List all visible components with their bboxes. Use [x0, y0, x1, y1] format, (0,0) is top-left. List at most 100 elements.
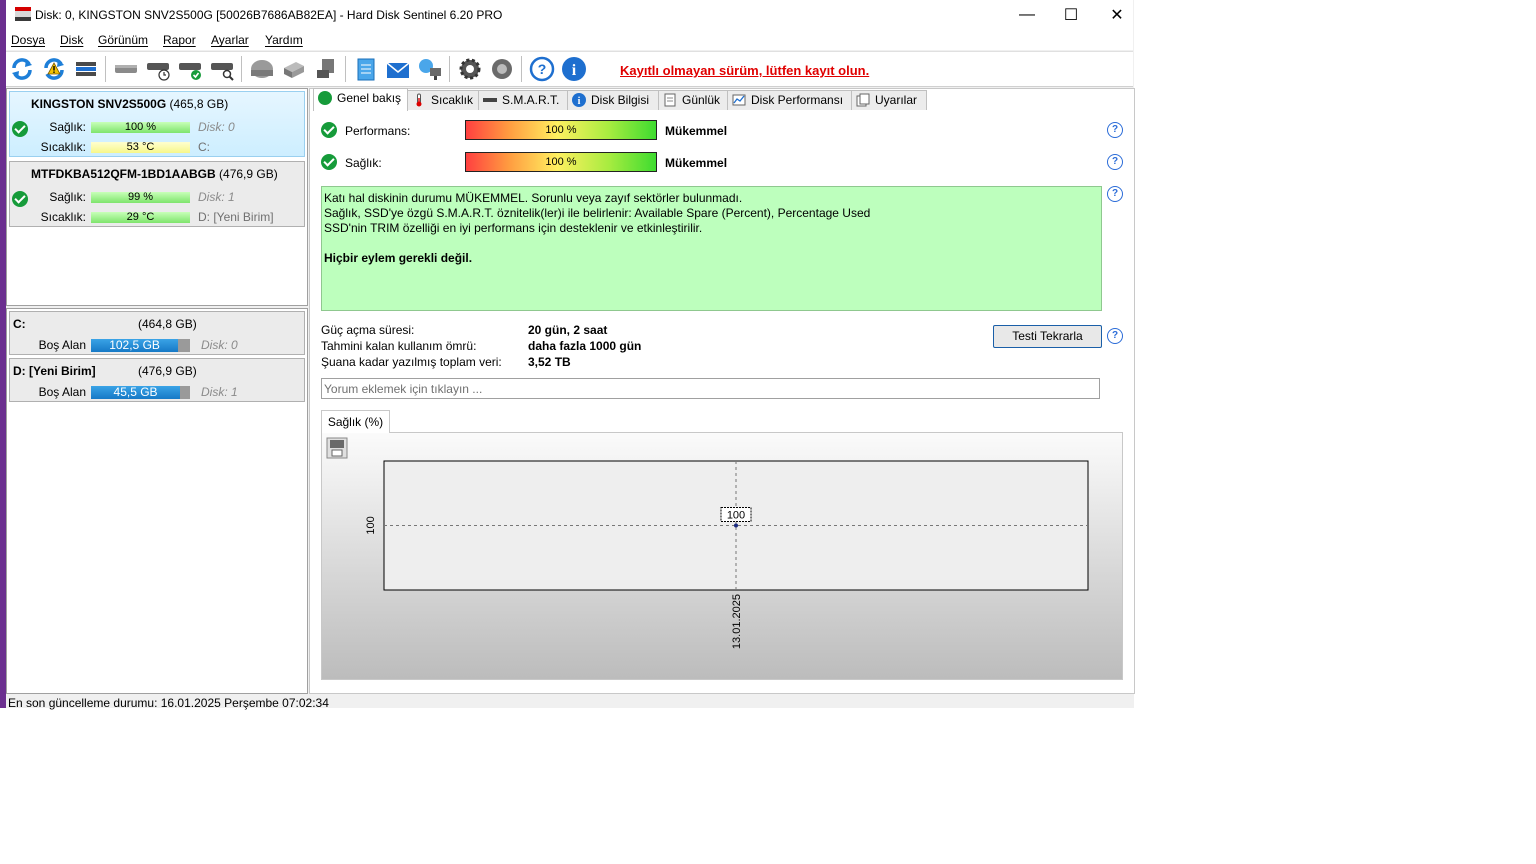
- disk-name: KINGSTON SNV2S500G (465,8 GB): [31, 97, 228, 111]
- drive-gray-icon[interactable]: [249, 56, 275, 82]
- document-icon: [664, 93, 676, 107]
- network-icon[interactable]: [417, 56, 443, 82]
- app-icon: [15, 7, 31, 21]
- volume-size: (464,8 GB): [138, 317, 197, 331]
- check-icon: [318, 91, 332, 105]
- power-on-label: Güç açma süresi:: [321, 323, 415, 337]
- toolbar-separator: [241, 56, 242, 82]
- chart-icon: [732, 94, 746, 106]
- help-icon[interactable]: ?: [1107, 328, 1123, 344]
- title-bar: Disk: 0, KINGSTON SNV2S500G [50026B7686A…: [6, 0, 1133, 30]
- tab-label: Disk Performansı: [751, 93, 844, 107]
- status-message-box: Katı hal diskinin durumu MÜKEMMEL. Sorun…: [321, 186, 1102, 311]
- volume-card[interactable]: D: [Yeni Birim] (476,9 GB) Boş Alan 45,5…: [9, 358, 305, 402]
- refresh-warning-icon[interactable]: [41, 56, 67, 82]
- chart-tab-health[interactable]: Sağlık (%): [321, 410, 390, 433]
- performance-ok-icon: [321, 122, 337, 138]
- tab-label: Sıcaklık: [431, 93, 474, 107]
- tab-overview[interactable]: Genel bakış: [313, 88, 408, 111]
- maximize-button[interactable]: ☐: [1048, 0, 1094, 30]
- y-tick-label: 100: [365, 516, 377, 534]
- mail-icon[interactable]: [385, 56, 411, 82]
- disk-number: Disk: 0: [201, 338, 238, 352]
- free-space-bar: 45,5 GB: [91, 386, 190, 399]
- health-bar: 99 %: [91, 192, 190, 203]
- tab-label: S.M.A.R.T.: [502, 93, 560, 107]
- message-line: Katı hal diskinin durumu MÜKEMMEL. Sorun…: [324, 191, 743, 205]
- temperature-label: Sıcaklık:: [40, 210, 86, 224]
- remaining-life-label: Tahmini kalan kullanım ömrü:: [321, 339, 477, 353]
- smart-drive-icon: [483, 98, 497, 102]
- data-label: 100: [727, 510, 745, 522]
- volume-name: D: [Yeni Birim]: [13, 364, 96, 378]
- drive-transfer-icon[interactable]: [281, 56, 307, 82]
- menu-disk[interactable]: Disk: [60, 33, 83, 47]
- info-icon[interactable]: i: [561, 56, 587, 82]
- tab-alerts[interactable]: Uyarılar: [851, 90, 927, 110]
- menu-gorunum[interactable]: Görünüm: [98, 33, 148, 47]
- help-icon[interactable]: ?: [1107, 154, 1123, 170]
- info-icon: i: [572, 93, 586, 107]
- volume-card[interactable]: C: (464,8 GB) Boş Alan 102,5 GB Disk: 0: [9, 311, 305, 355]
- health-chart-area: 100 13.01.2025 100: [321, 432, 1123, 680]
- tab-disk-info[interactable]: i Disk Bilgisi: [567, 90, 660, 110]
- menu-rapor[interactable]: Rapor: [163, 33, 196, 47]
- disk-list-icon[interactable]: [73, 56, 99, 82]
- help-icon[interactable]: ?: [1107, 122, 1123, 138]
- status-bar: En son güncelleme durumu: 16.01.2025 Per…: [6, 694, 1133, 710]
- data-point: [734, 523, 738, 528]
- temperature-bar: 29 °C: [91, 212, 190, 223]
- menu-bar: Dosya Disk Görünüm Rapor Ayarlar Yardım: [6, 30, 1133, 50]
- remaining-life-value: daha fazla 1000 gün: [528, 339, 642, 353]
- tab-label: Uyarılar: [875, 93, 918, 107]
- disk-model: MTFDKBA512QFM-1BD1AABGB: [31, 167, 216, 181]
- message-line: SSD'nin TRIM özelliği en iyi performans …: [324, 221, 703, 235]
- disk-number: Disk: 0: [198, 120, 235, 134]
- performance-label: Performans:: [345, 124, 411, 138]
- health-label: Sağlık:: [345, 156, 382, 170]
- tab-label: Disk Bilgisi: [591, 93, 650, 107]
- menu-dosya[interactable]: Dosya: [11, 33, 45, 47]
- disk-check-icon[interactable]: [177, 56, 203, 82]
- tab-temperature[interactable]: Sıcaklık: [407, 90, 479, 110]
- total-written-value: 3,52 TB: [528, 355, 571, 369]
- toolbar-separator: [449, 56, 450, 82]
- tab-smart[interactable]: S.M.A.R.T.: [478, 90, 570, 110]
- health-bar: 100 %: [465, 152, 657, 172]
- disk-model: KINGSTON SNV2S500G: [31, 97, 167, 111]
- help-icon[interactable]: ?: [1107, 186, 1123, 202]
- free-space-label: Boş Alan: [38, 338, 86, 352]
- sound-icon[interactable]: [489, 56, 515, 82]
- tab-strip: Genel bakış Sıcaklık S.M.A.R.T. i Disk Bi…: [309, 88, 1133, 111]
- close-button[interactable]: ✕: [1094, 0, 1140, 30]
- disk-number: Disk: 1: [201, 385, 238, 399]
- registration-notice[interactable]: Kayıtlı olmayan sürüm, lütfen kayıt olun…: [620, 63, 869, 78]
- tab-label: Günlük: [682, 93, 721, 107]
- retest-button[interactable]: Testi Tekrarla: [993, 325, 1102, 348]
- menu-ayarlar[interactable]: Ayarlar: [211, 33, 249, 47]
- performance-rating: Mükemmel: [665, 124, 728, 138]
- disk-size: (476,9 GB): [219, 167, 278, 181]
- tab-log[interactable]: Günlük: [658, 90, 730, 110]
- minimize-button[interactable]: —: [1004, 0, 1050, 30]
- free-space-bar: 102,5 GB: [91, 339, 190, 352]
- notepad-icon[interactable]: [353, 56, 379, 82]
- comment-input[interactable]: Yorum eklemek için tıklayın ...: [321, 378, 1100, 399]
- tab-disk-performance[interactable]: Disk Performansı: [727, 90, 854, 110]
- menu-yardim[interactable]: Yardım: [265, 33, 303, 47]
- disk-search-icon[interactable]: [209, 56, 235, 82]
- toolbar-separator: [521, 56, 522, 82]
- disk-card[interactable]: KINGSTON SNV2S500G (465,8 GB) Sağlık: 10…: [9, 91, 305, 157]
- x-tick-label: 13.01.2025: [731, 594, 743, 649]
- refresh-icon[interactable]: [9, 56, 35, 82]
- performance-bar: 100 %: [465, 120, 657, 140]
- thermometer-icon: [416, 93, 422, 107]
- toolbar: ? i Kayıtlı olmayan sürüm, lütfen kayıt …: [6, 51, 1133, 87]
- disk-gray-icon[interactable]: [113, 56, 139, 82]
- settings-icon[interactable]: [457, 56, 483, 82]
- disk-clock-icon[interactable]: [145, 56, 171, 82]
- disk-card[interactable]: MTFDKBA512QFM-1BD1AABGB (476,9 GB) Sağlı…: [9, 161, 305, 227]
- temperature-label: Sıcaklık:: [40, 140, 86, 154]
- drive-usb-icon[interactable]: [313, 56, 339, 82]
- help-icon[interactable]: ?: [529, 56, 555, 82]
